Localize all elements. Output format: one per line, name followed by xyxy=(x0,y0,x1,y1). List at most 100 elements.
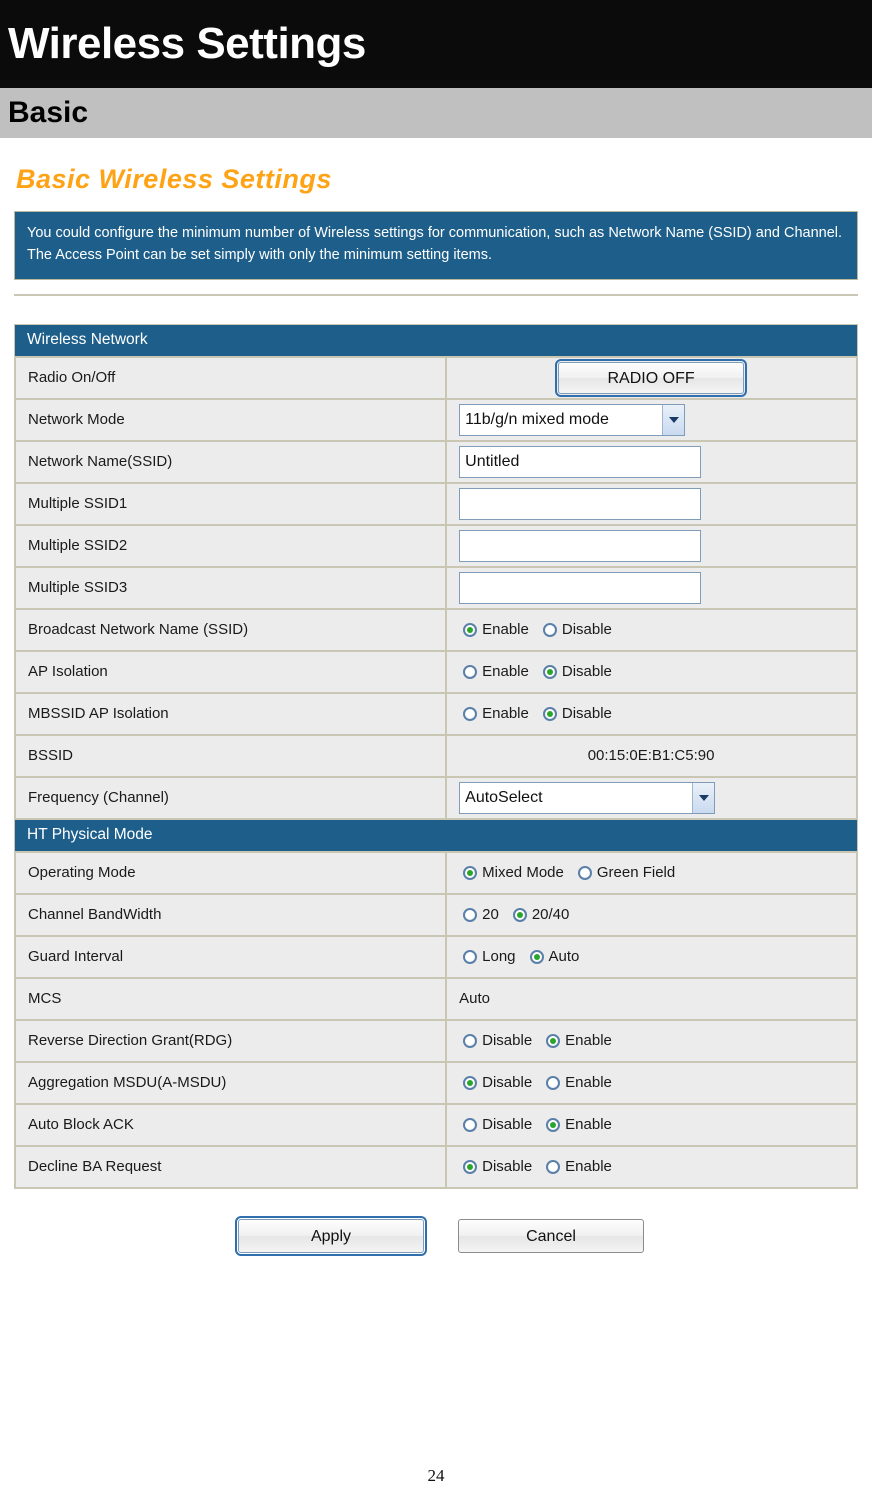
radio-option[interactable]: Enable xyxy=(546,1074,612,1091)
radio-option[interactable]: Long xyxy=(463,948,516,965)
radio-option[interactable]: Disable xyxy=(463,1074,532,1091)
radio-option[interactable]: Mixed Mode xyxy=(463,864,564,881)
radio-option[interactable]: Disable xyxy=(463,1116,532,1133)
radio-option[interactable]: Enable xyxy=(463,663,529,680)
row-value xyxy=(446,566,857,609)
sub-banner: Basic xyxy=(0,88,872,138)
radio-option[interactable]: Disable xyxy=(542,621,612,638)
radio-option[interactable]: Enable xyxy=(463,705,529,722)
radio-option-label: 20/40 xyxy=(531,906,570,924)
settings-row: Guard Interval Long Auto xyxy=(15,935,857,978)
radio-option[interactable]: Enable xyxy=(546,1116,612,1133)
radio-option-label: Disable xyxy=(561,663,612,681)
radio-unselected-icon[interactable] xyxy=(577,865,592,880)
radio-selected-icon[interactable] xyxy=(542,706,557,721)
settings-row: Broadcast Network Name (SSID) Enable Disab… xyxy=(15,608,857,651)
radio-option[interactable]: 20 xyxy=(463,906,499,923)
settings-row: Network Mode 11b/g/n mixed mode xyxy=(15,398,857,441)
description-text: You could configure the minimum number o… xyxy=(27,225,843,264)
radio-option[interactable]: Disable xyxy=(542,663,612,681)
radio-unselected-icon[interactable] xyxy=(463,1117,478,1132)
settings-row: Decline BA Request Disable Enable xyxy=(15,1145,857,1188)
radio-selected-icon[interactable] xyxy=(546,1033,561,1048)
radio-selected-icon[interactable] xyxy=(463,1159,478,1174)
radio-option[interactable]: Green Field xyxy=(577,864,676,882)
radio-option-label: Enable xyxy=(482,663,529,681)
radio-unselected-icon[interactable] xyxy=(546,1075,561,1090)
row-label: Reverse Direction Grant(RDG) xyxy=(15,1019,447,1062)
row-value: 20 20/40 xyxy=(446,893,857,936)
radio-unselected-icon[interactable] xyxy=(463,706,478,721)
row-label: Channel BandWidth xyxy=(15,893,447,936)
group-header-row: Wireless Network xyxy=(15,324,857,357)
apply-button[interactable]: Apply xyxy=(235,1215,427,1256)
radio-selected-icon[interactable] xyxy=(512,907,527,922)
radio-option[interactable]: Enable xyxy=(463,621,529,638)
settings-row: Operating Mode Mixed Mode Green Field xyxy=(15,851,857,894)
row-value: 00:15:0E:B1:C5:90 xyxy=(446,734,857,777)
select-network-mode[interactable]: 11b/g/n mixed mode xyxy=(459,403,686,436)
text-input-multiple-ssid1[interactable] xyxy=(459,487,702,520)
radio-option[interactable]: Auto xyxy=(529,948,579,965)
radio-onoff-button[interactable]: RADIO OFF xyxy=(555,358,748,397)
radio-selected-icon[interactable] xyxy=(463,1075,478,1090)
row-label: Operating Mode xyxy=(15,851,447,894)
row-value: Enable Disable xyxy=(446,692,857,735)
row-label: Auto Block ACK xyxy=(15,1103,447,1146)
row-label: Aggregation MSDU(A-MSDU) xyxy=(15,1061,447,1104)
group-header-label: Wireless Network xyxy=(15,324,857,357)
chevron-down-icon[interactable] xyxy=(662,404,685,435)
radio-option[interactable]: 20/40 xyxy=(512,906,570,924)
caret-glyph xyxy=(698,794,709,801)
row-label: MCS xyxy=(15,977,447,1020)
radio-selected-icon[interactable] xyxy=(542,664,557,679)
radio-group: 20 20/40 xyxy=(463,906,855,923)
row-value: Long Auto xyxy=(446,935,857,978)
text-input-multiple-ssid3[interactable] xyxy=(459,571,702,604)
chevron-down-icon[interactable] xyxy=(692,782,715,813)
radio-unselected-icon[interactable] xyxy=(463,949,478,964)
row-label: Network Mode xyxy=(15,398,447,441)
radio-option[interactable]: Enable xyxy=(546,1032,612,1049)
page-body: Basic Wireless Settings You could config… xyxy=(0,164,872,1256)
radio-group: Disable Enable xyxy=(463,1074,855,1091)
page-title: Wireless Settings xyxy=(8,19,366,68)
radio-selected-icon[interactable] xyxy=(546,1117,561,1132)
radio-option[interactable]: Enable xyxy=(546,1158,612,1175)
radio-option[interactable]: Disable xyxy=(463,1158,532,1175)
radio-unselected-icon[interactable] xyxy=(463,1033,478,1048)
settings-row: Frequency (Channel) AutoSelect xyxy=(15,776,857,819)
row-value: Auto xyxy=(446,977,857,1020)
row-value: Disable Enable xyxy=(446,1019,857,1062)
radio-option-label: Enable xyxy=(565,1074,612,1092)
radio-option-label: Enable xyxy=(482,621,529,639)
row-label: AP Isolation xyxy=(15,650,447,693)
radio-selected-icon[interactable] xyxy=(463,865,478,880)
radio-unselected-icon[interactable] xyxy=(463,907,478,922)
radio-option[interactable]: Disable xyxy=(463,1032,532,1049)
static-value: Auto xyxy=(459,990,490,1008)
select-value: 11b/g/n mixed mode xyxy=(465,410,609,428)
text-input-network-name-ssid[interactable]: Untitled xyxy=(459,445,702,478)
settings-row: Multiple SSID3 xyxy=(15,566,857,609)
radio-unselected-icon[interactable] xyxy=(546,1159,561,1174)
radio-unselected-icon[interactable] xyxy=(463,664,478,679)
radio-selected-icon[interactable] xyxy=(529,949,544,964)
radio-selected-icon[interactable] xyxy=(463,622,478,637)
row-label: Network Name(SSID) xyxy=(15,440,447,483)
sub-page-title: Basic xyxy=(8,96,89,129)
select-frequency-channel[interactable]: AutoSelect xyxy=(459,781,716,814)
select-value: AutoSelect xyxy=(465,788,543,806)
radio-option-label: Enable xyxy=(565,1032,612,1050)
radio-group: Long Auto xyxy=(463,948,855,965)
radio-group: Enable Disable xyxy=(463,663,855,680)
radio-group: Enable Disable xyxy=(463,705,855,722)
radio-unselected-icon[interactable] xyxy=(542,622,557,637)
row-label: Multiple SSID1 xyxy=(15,482,447,525)
radio-option[interactable]: Disable xyxy=(542,705,612,722)
radio-option-label: Enable xyxy=(565,1116,612,1134)
radio-option-label: Green Field xyxy=(596,864,676,882)
radio-option-label: Disable xyxy=(482,1074,533,1092)
text-input-multiple-ssid2[interactable] xyxy=(459,529,702,562)
cancel-button[interactable]: Cancel xyxy=(458,1218,644,1253)
